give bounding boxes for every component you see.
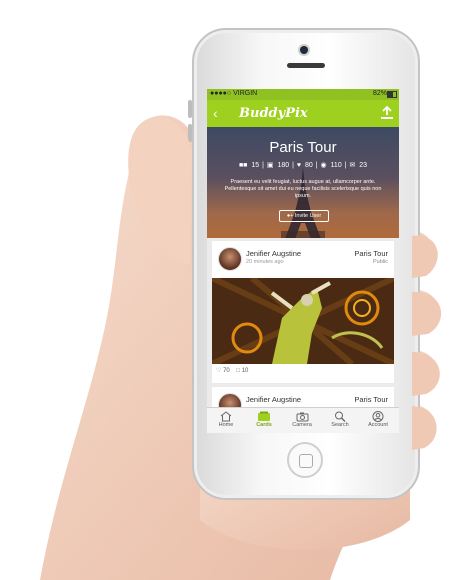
post-privacy: Public <box>373 259 388 265</box>
tab-label: Search <box>331 422 349 428</box>
home-icon <box>220 411 232 422</box>
tab-camera[interactable]: Camera <box>283 408 321 433</box>
invite-user-button[interactable]: ●+ Invite User <box>279 210 329 222</box>
add-user-icon: ●+ <box>286 213 294 219</box>
carrier-label: ●●●●○ VIRGIN <box>210 90 258 97</box>
album-title: Paris Tour <box>269 139 337 156</box>
post-likes: 70 <box>223 368 230 374</box>
tab-label: Camera <box>292 422 312 428</box>
album-banner: Paris Tour ■■ 15 | ▣ 180 | ♥ 80 | ◉ 110 … <box>207 127 399 238</box>
stat-likes: 80 <box>304 162 313 169</box>
volume-button-down <box>188 124 192 142</box>
photo-icon: ▣ <box>266 162 274 169</box>
album-description: Praesent eu velit feugiat, luctus augue … <box>224 179 382 199</box>
tab-cards[interactable]: Cards <box>245 408 283 433</box>
heart-icon: ♥ <box>296 162 302 169</box>
app-screen: ●●●●○ VIRGIN 82% ‹ BuddyPix Paris Tour ■… <box>207 89 399 433</box>
comment-outline-icon[interactable]: □ <box>236 368 240 374</box>
front-camera <box>300 46 308 54</box>
avatar[interactable] <box>218 247 242 271</box>
earpiece-speaker <box>287 63 325 68</box>
stat-views: 110 <box>330 162 342 169</box>
eye-icon: ◉ <box>320 162 327 169</box>
tab-search[interactable]: Search <box>321 408 359 433</box>
album-stats: ■■ 15 | ▣ 180 | ♥ 80 | ◉ 110 | ✉ 23 <box>238 162 368 169</box>
battery-icon <box>387 91 397 98</box>
post-card[interactable]: Jenifier Augstine 20 minutes ago Paris T… <box>212 241 394 383</box>
back-icon[interactable]: ‹ <box>213 105 218 121</box>
users-icon: ■■ <box>238 162 248 169</box>
upload-icon[interactable] <box>380 106 394 120</box>
heart-outline-icon[interactable]: ♡ <box>216 368 221 374</box>
post-time: 20 minutes ago <box>246 259 284 265</box>
eiffel-tower-image <box>281 167 325 238</box>
battery-percent: 82% <box>372 90 387 97</box>
status-bar: ●●●●○ VIRGIN 82% <box>207 89 399 100</box>
tab-account[interactable]: Account <box>359 408 397 433</box>
post-image[interactable] <box>212 278 394 364</box>
search-icon <box>335 411 346 422</box>
tab-label: Home <box>218 422 234 428</box>
account-icon <box>372 411 384 422</box>
home-button[interactable] <box>287 442 323 478</box>
post-comments: 10 <box>241 368 249 374</box>
bottom-tab-bar: Home Cards Camera Search Account <box>207 407 399 433</box>
stat-comments: 23 <box>359 162 368 169</box>
camera-icon <box>296 412 308 422</box>
invite-user-label: Invite User <box>294 213 322 219</box>
stat-photos: 180 <box>277 162 290 169</box>
post-group[interactable]: Paris Tour <box>354 395 388 404</box>
post-user-name[interactable]: Jenifier Augstine <box>246 395 301 404</box>
post-user-name[interactable]: Jenifier Augstine <box>246 249 301 258</box>
cards-icon <box>258 411 270 421</box>
tab-home[interactable]: Home <box>207 408 245 433</box>
app-header: ‹ BuddyPix <box>207 100 399 127</box>
tab-label: Cards <box>256 422 272 428</box>
post-group[interactable]: Paris Tour <box>354 249 388 258</box>
post-reactions: ♡ 70 □ 10 <box>216 367 248 374</box>
volume-button-up <box>188 100 192 118</box>
app-logo: BuddyPix <box>239 106 308 121</box>
tab-label: Account <box>368 422 388 428</box>
comment-icon: ✉ <box>349 162 356 169</box>
stat-users: 15 <box>251 162 260 169</box>
